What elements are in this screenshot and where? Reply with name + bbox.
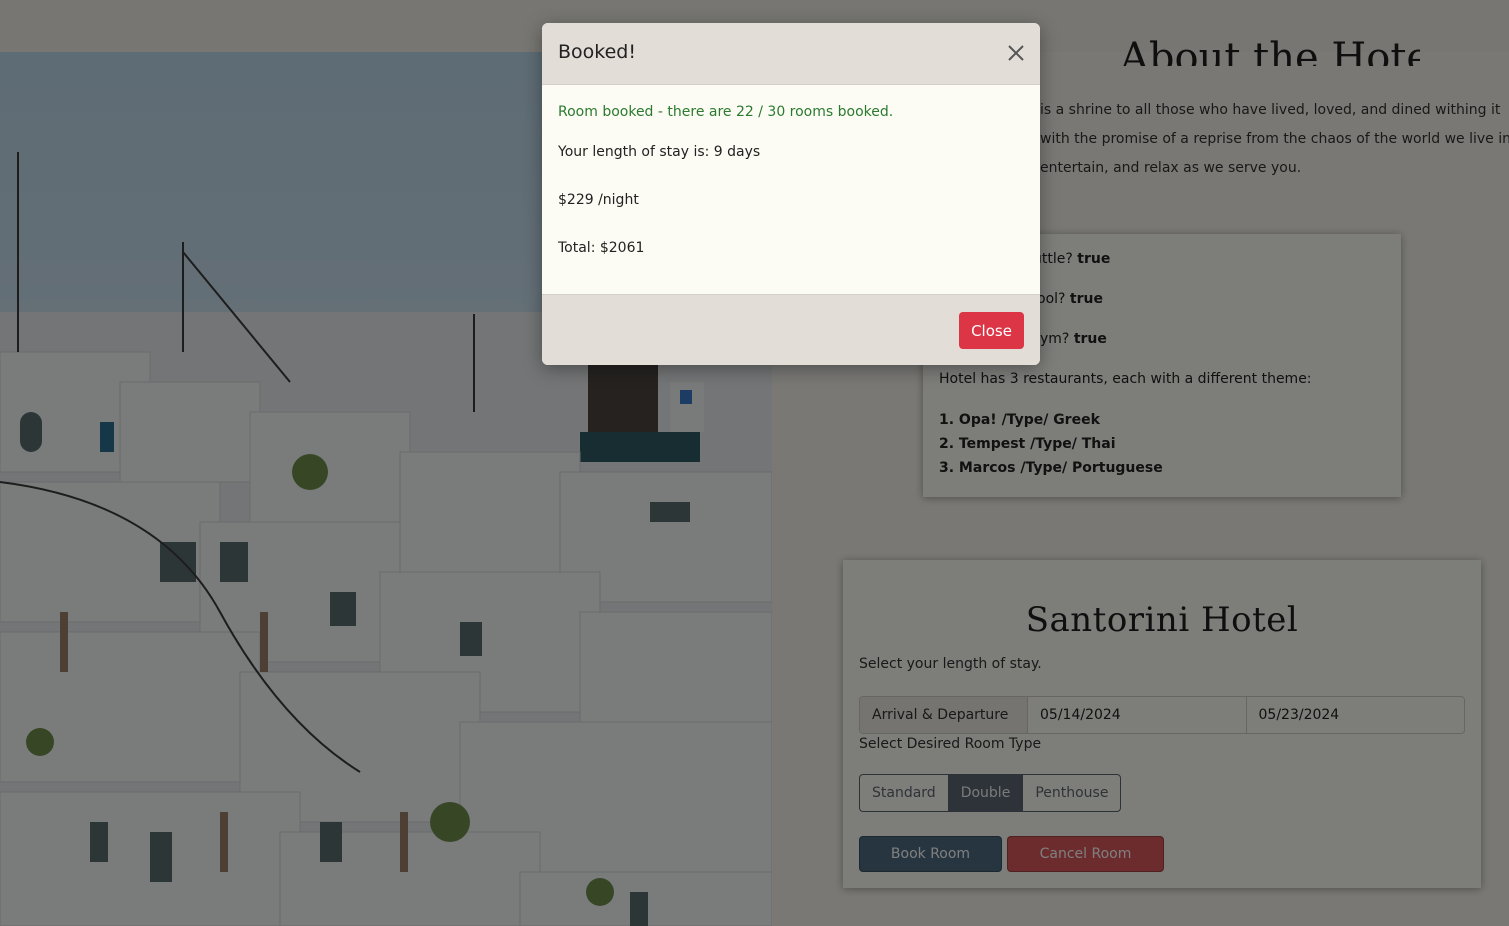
total-price: Total: $2061 bbox=[558, 240, 645, 256]
modal-header: Booked! bbox=[542, 23, 1040, 85]
modal-body: Room booked - there are 22 / 30 rooms bo… bbox=[542, 85, 1040, 293]
booking-success-message: Room booked - there are 22 / 30 rooms bo… bbox=[558, 104, 894, 120]
length-of-stay-message: Your length of stay is: 9 days bbox=[558, 144, 761, 160]
nightly-price: $229 /night bbox=[558, 192, 639, 208]
booking-confirmation-modal: Booked! Room booked - there are 22 / 30 … bbox=[542, 23, 1040, 365]
modal-close-button[interactable]: Close bbox=[959, 312, 1024, 349]
modal-title: Booked! bbox=[558, 41, 636, 63]
close-x-glyph bbox=[1008, 45, 1024, 61]
close-x-icon[interactable] bbox=[1004, 41, 1028, 65]
modal-footer: Close bbox=[542, 294, 1040, 365]
